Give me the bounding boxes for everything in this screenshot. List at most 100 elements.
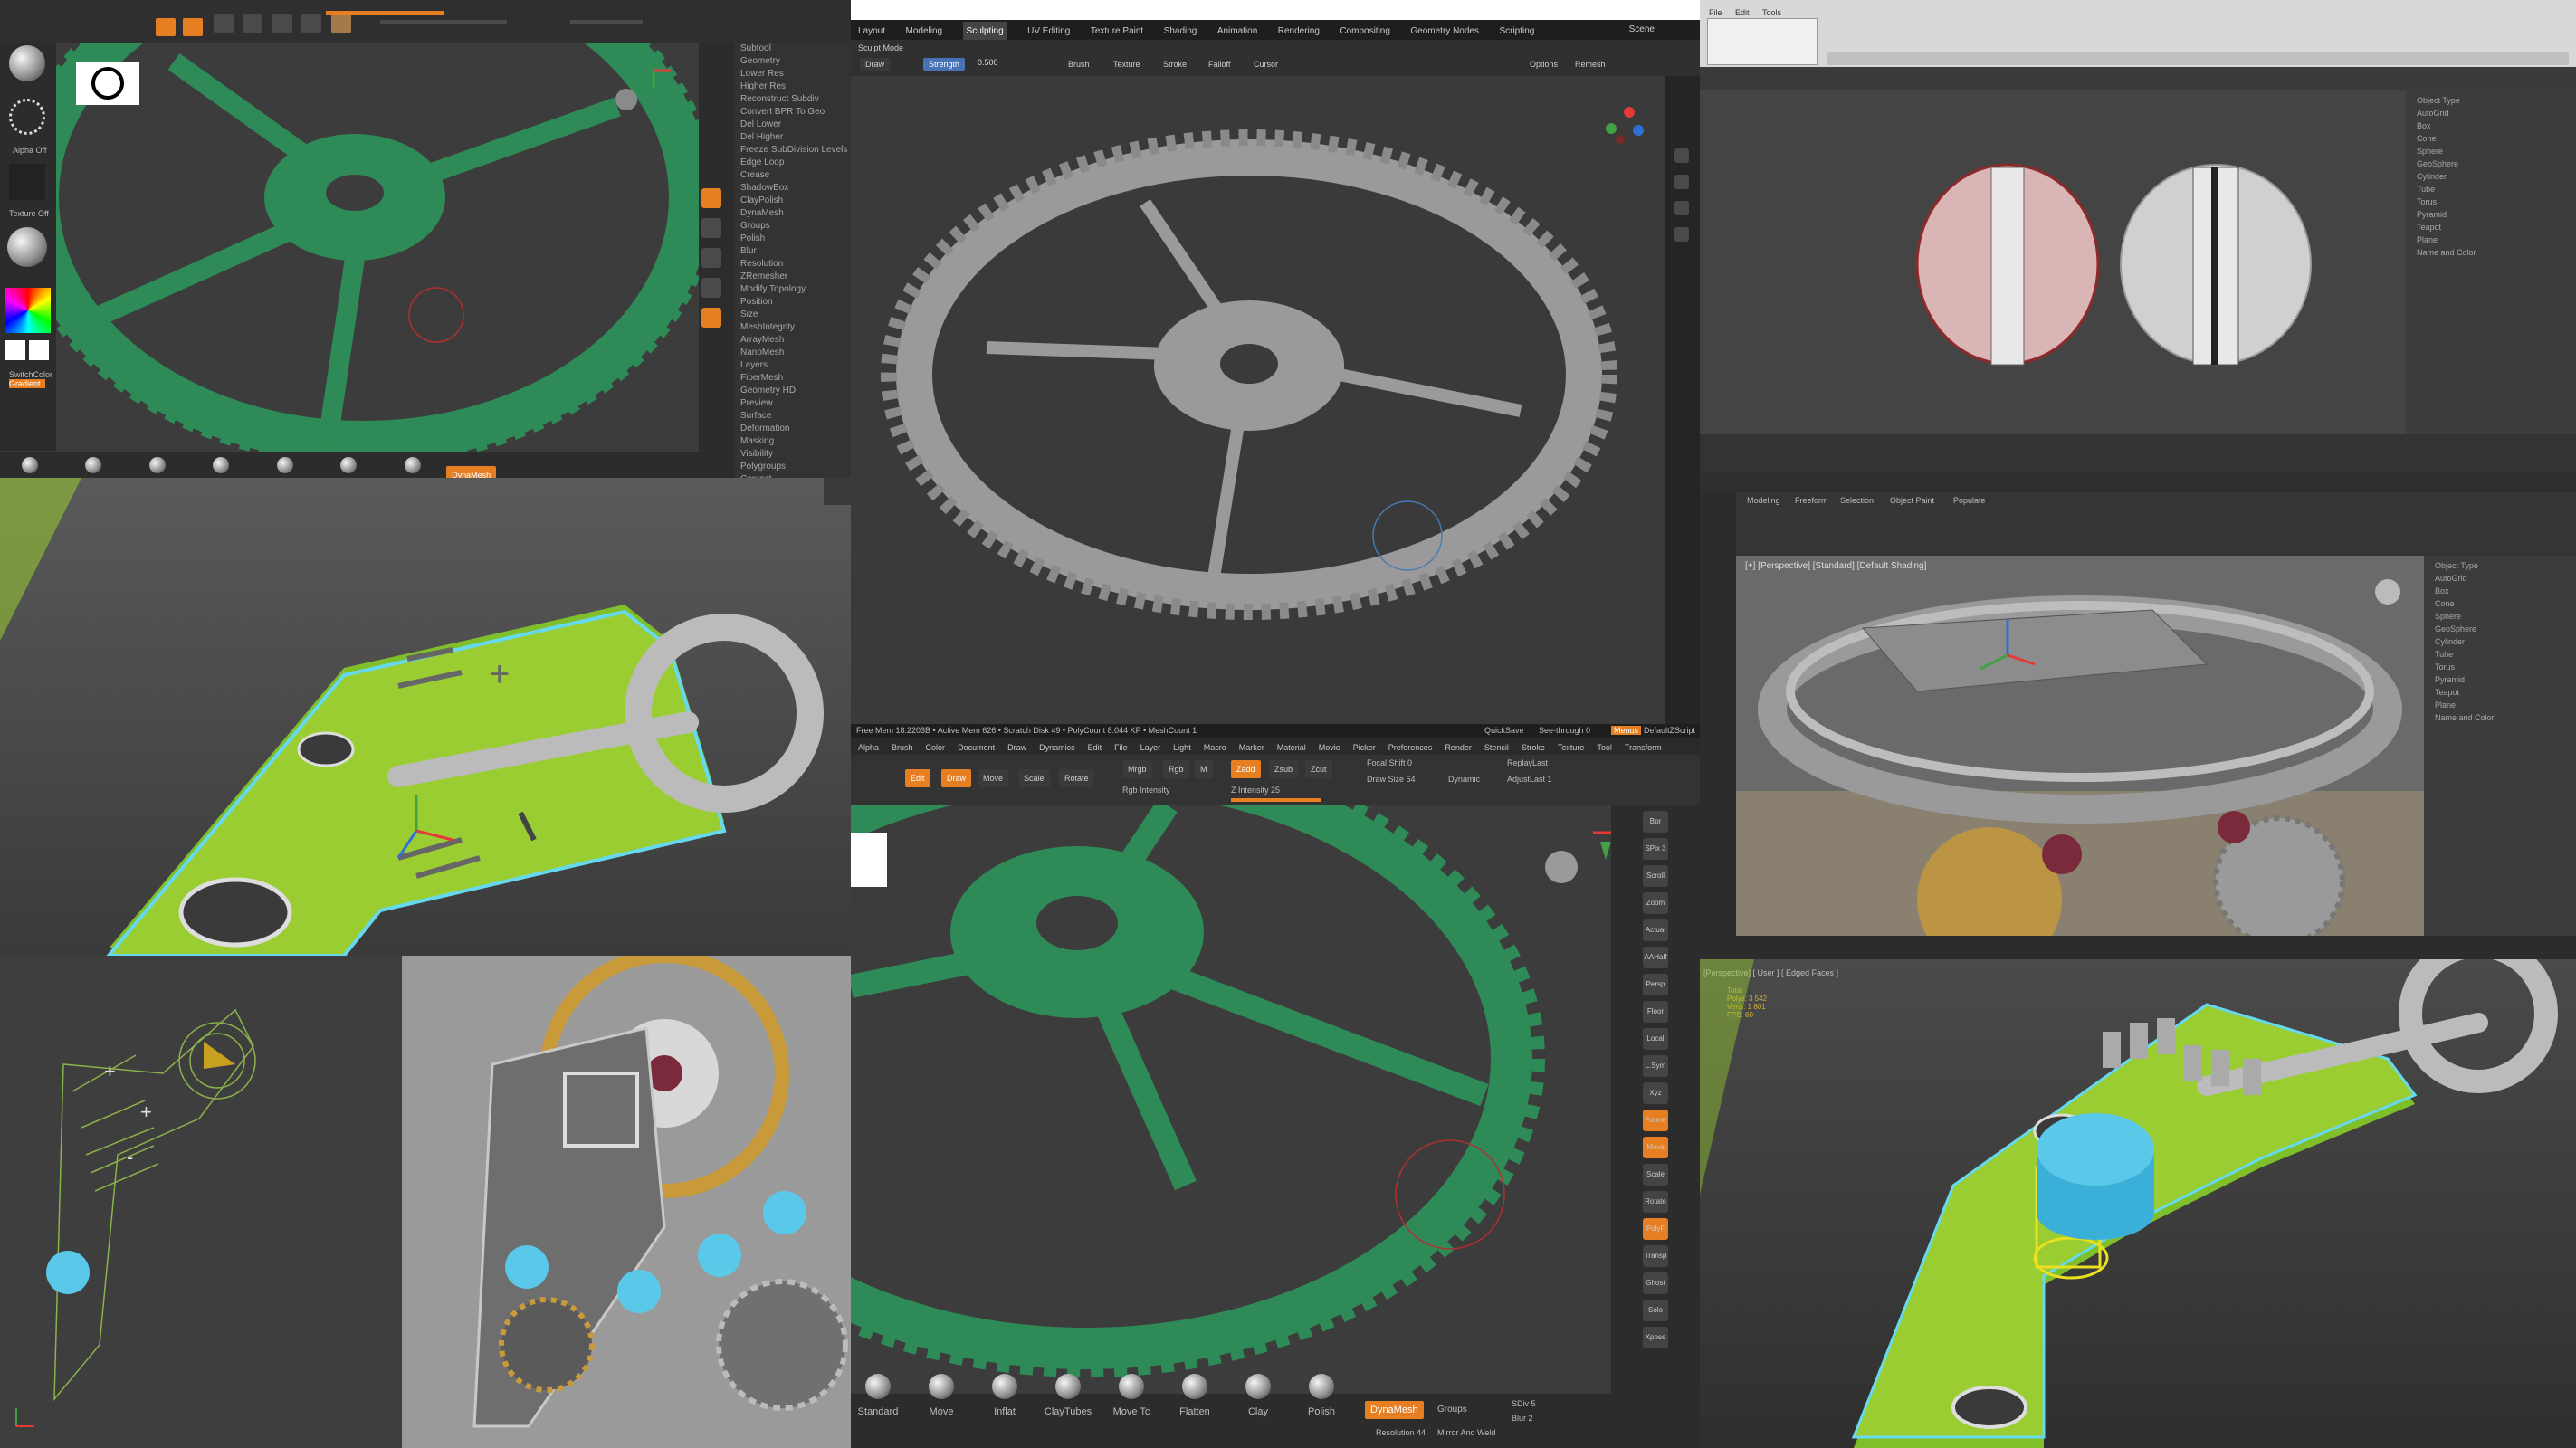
command-panel-item-8[interactable]: Torus <box>2411 197 2571 210</box>
command-panel-item-0[interactable]: Object Type <box>2429 561 2571 574</box>
viewport-label[interactable]: [+] [Perspective] [Standard] [Default Sh… <box>1745 561 1927 571</box>
shelf-frame[interactable]: Frame <box>1643 1110 1668 1131</box>
command-panel-item-6[interactable]: Cylinder <box>2411 172 2571 185</box>
menu-texture[interactable]: Texture <box>1558 739 1585 756</box>
shelf-ghost[interactable]: Ghost <box>1643 1272 1668 1294</box>
shelf-scale[interactable]: Scale <box>1643 1164 1668 1186</box>
command-panel-item-8[interactable]: Torus <box>2429 662 2571 675</box>
brush-move-tc[interactable]: Move Tc <box>1104 1374 1159 1417</box>
command-panel-item-7[interactable]: Tube <box>2411 185 2571 197</box>
rotate-button[interactable]: Rotate <box>1059 769 1094 787</box>
tab-modeling[interactable]: Modeling <box>905 22 942 42</box>
gizmo-icon[interactable] <box>301 14 322 33</box>
ribbon-tab-selection[interactable]: Selection <box>1840 496 1874 505</box>
tool-palette-item-18[interactable]: ZRemesher <box>735 272 851 284</box>
menu-edit[interactable]: Edit <box>1088 739 1102 756</box>
menu-light[interactable]: Light <box>1173 739 1191 756</box>
menu-layer[interactable]: Layer <box>1140 739 1161 756</box>
brush-polish[interactable]: Polish <box>1294 1374 1349 1417</box>
blender-viewport[interactable] <box>851 76 1665 724</box>
camera-icon[interactable] <box>1674 201 1689 215</box>
brush-icon[interactable] <box>9 45 45 81</box>
menu-marker[interactable]: Marker <box>1239 739 1264 756</box>
header-stroke-menu[interactable]: Stroke <box>1163 60 1187 69</box>
command-panel-item-12[interactable]: Name and Color <box>2411 248 2571 261</box>
shelf-xyz[interactable]: Xyz <box>1643 1082 1668 1104</box>
max-menu-file[interactable]: File <box>1709 8 1722 17</box>
tab-sculpting[interactable]: Sculpting <box>962 22 1007 42</box>
viewcube-icon[interactable] <box>2375 579 2400 605</box>
zbrush-top-viewport[interactable] <box>56 43 699 452</box>
mirror-and-weld-button[interactable]: Mirror And Weld <box>1437 1428 1495 1437</box>
tool-palette-item-33[interactable]: Polygroups <box>735 462 851 474</box>
tool-palette-item-29[interactable]: Surface <box>735 411 851 424</box>
grid-icon[interactable] <box>1674 227 1689 242</box>
tool-palette-item-28[interactable]: Preview <box>735 398 851 411</box>
tab-compositing[interactable]: Compositing <box>1340 22 1390 42</box>
tool-palette-item-32[interactable]: Visibility <box>735 449 851 462</box>
tab-geometry-nodes[interactable]: Geometry Nodes <box>1410 22 1479 42</box>
command-panel-item-2[interactable]: Box <box>2429 586 2571 599</box>
tool-palette-item-12[interactable]: ClayPolish <box>735 195 851 208</box>
menu-render[interactable]: Render <box>1445 739 1472 756</box>
draw-button[interactable]: Draw <box>941 769 972 787</box>
brush-inflat[interactable]: Inflat <box>978 1374 1032 1417</box>
alpha-icon[interactable] <box>9 164 45 200</box>
remesh-menu[interactable]: Remesh <box>1575 60 1606 69</box>
scale-icon[interactable] <box>243 14 263 33</box>
menu-stencil[interactable]: Stencil <box>1484 739 1509 756</box>
material-icon[interactable] <box>330 14 351 33</box>
brush-thumb-7[interactable] <box>404 457 421 473</box>
command-panel-item-7[interactable]: Tube <box>2429 650 2571 662</box>
menu-document[interactable]: Document <box>958 739 995 756</box>
frame-icon[interactable] <box>701 188 721 208</box>
tool-palette-item-21[interactable]: Size <box>735 310 851 322</box>
max-bottom-viewport[interactable]: [+] [Perspective] [Standard] [Default Sh… <box>1736 556 2424 936</box>
tool-palette-item-4[interactable]: Reconstruct Subdiv <box>735 94 851 107</box>
tool-palette-item-9[interactable]: Edge Loop <box>735 157 851 170</box>
command-panel-item-0[interactable]: Object Type <box>2411 96 2571 109</box>
command-panel-item-10[interactable]: Teapot <box>2411 223 2571 235</box>
shelf-actual[interactable]: Actual <box>1643 919 1668 941</box>
shelf-xpose[interactable]: Xpose <box>1643 1327 1668 1348</box>
menu-draw[interactable]: Draw <box>1007 739 1026 756</box>
header-falloff-menu[interactable]: Falloff <box>1208 60 1230 69</box>
brush-thumb-5[interactable] <box>276 457 293 473</box>
move-view-icon[interactable] <box>701 218 721 238</box>
pan-icon[interactable] <box>1674 175 1689 189</box>
brush-claytubes[interactable]: ClayTubes <box>1041 1374 1095 1417</box>
menu-file[interactable]: File <box>1114 739 1128 756</box>
brush-thumb-1[interactable] <box>22 457 38 473</box>
tool-palette-item-14[interactable]: Groups <box>735 221 851 233</box>
shelf-scroll[interactable]: Scroll <box>1643 865 1668 887</box>
rotate-view-icon[interactable] <box>701 278 721 298</box>
brush-name-field[interactable]: Draw <box>860 58 891 71</box>
shelf-transp[interactable]: Transp <box>1643 1245 1668 1267</box>
max-top-viewport[interactable] <box>1700 90 2406 434</box>
command-panel-item-11[interactable]: Plane <box>2429 700 2571 713</box>
zcut-button[interactable]: Zcut <box>1305 760 1332 778</box>
command-panel-item-3[interactable]: Cone <box>2411 134 2571 147</box>
tab-rendering[interactable]: Rendering <box>1278 22 1320 42</box>
zbrush-bottom-viewport[interactable] <box>851 805 1611 1394</box>
green-plate-viewport[interactable]: + <box>0 478 851 956</box>
menu-material[interactable]: Material <box>1277 739 1306 756</box>
command-panel-item-9[interactable]: Pyramid <box>2429 675 2571 688</box>
menu-preferences[interactable]: Preferences <box>1388 739 1433 756</box>
zoom-view-icon[interactable] <box>701 248 721 268</box>
menu-movie[interactable]: Movie <box>1319 739 1340 756</box>
tool-palette-item-7[interactable]: Del Higher <box>735 132 851 145</box>
green-plate-2-viewport[interactable] <box>1700 959 2576 1448</box>
color-picker[interactable] <box>5 288 51 333</box>
brush-flatten[interactable]: Flatten <box>1168 1374 1222 1417</box>
move-button[interactable]: Move <box>978 769 1009 787</box>
command-panel-item-1[interactable]: AutoGrid <box>2411 109 2571 121</box>
rotate-icon[interactable] <box>272 14 292 33</box>
tool-palette-item-26[interactable]: FiberMesh <box>735 373 851 386</box>
material-icon[interactable] <box>7 227 47 267</box>
move-icon[interactable] <box>213 14 234 33</box>
dynamesh-button[interactable]: DynaMesh <box>1365 1401 1424 1419</box>
shelf-l-sym[interactable]: L.Sym <box>1643 1055 1668 1077</box>
menu-transform[interactable]: Transform <box>1625 739 1662 756</box>
brush-thumb-6[interactable] <box>340 457 358 473</box>
